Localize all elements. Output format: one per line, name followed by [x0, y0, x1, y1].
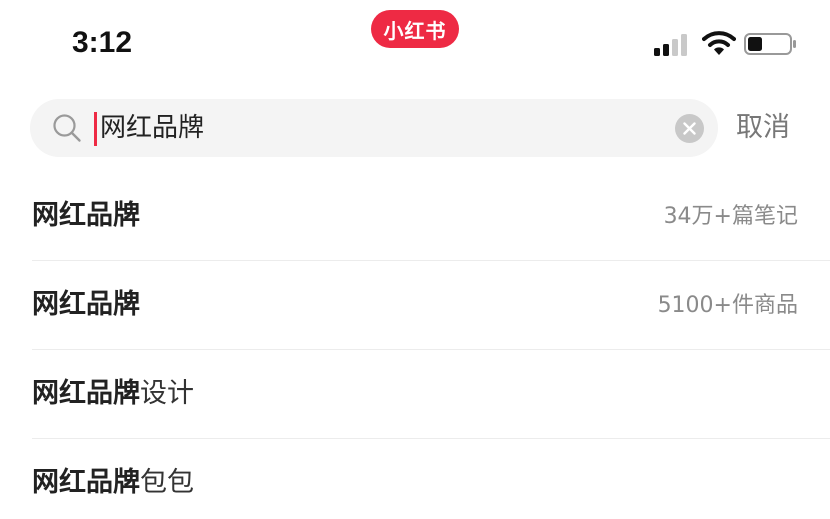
suggestion-item[interactable]: 网红品牌 34万+篇笔记 — [32, 172, 830, 261]
search-input[interactable] — [100, 99, 660, 157]
suggestion-count: 34万+篇笔记 — [663, 204, 798, 229]
suggestion-rest: 包包 — [140, 467, 194, 498]
suggestion-text: 网红品牌包包 — [32, 465, 194, 501]
suggestion-text: 网红品牌 — [32, 198, 140, 234]
app-badge: 小红书 — [371, 10, 459, 48]
search-icon — [53, 114, 81, 142]
search-bar[interactable] — [30, 99, 718, 157]
suggestion-match: 网红品牌 — [32, 289, 140, 320]
cancel-button[interactable]: 取消 — [736, 107, 790, 149]
suggestion-count: 5100+件商品 — [657, 293, 798, 318]
signal-icon — [654, 34, 687, 56]
battery-icon — [744, 33, 796, 55]
suggestion-rest: 设计 — [140, 378, 194, 409]
suggestion-text: 网红品牌 — [32, 287, 140, 323]
suggestion-text: 网红品牌设计 — [32, 376, 194, 412]
suggestion-list: 网红品牌 34万+篇笔记 网红品牌 5100+件商品 网红品牌设计 网红品牌包包 — [0, 172, 830, 519]
suggestion-item[interactable]: 网红品牌 5100+件商品 — [32, 261, 830, 350]
suggestion-match: 网红品牌 — [32, 467, 140, 498]
status-time: 3:12 — [72, 26, 133, 59]
clear-icon — [683, 122, 696, 135]
suggestion-match: 网红品牌 — [32, 378, 140, 409]
suggestion-item[interactable]: 网红品牌包包 — [32, 439, 830, 519]
clear-button[interactable] — [675, 114, 704, 143]
suggestion-match: 网红品牌 — [32, 200, 140, 231]
status-bar: 3:12 小红书 — [0, 0, 830, 90]
search-screen: 3:12 小红书 网红品牌 取消 网红品牌 34万+篇笔记 网红品牌 5100+… — [0, 0, 830, 519]
wifi-icon — [702, 31, 736, 55]
suggestion-item[interactable]: 网红品牌设计 — [32, 350, 830, 439]
text-caret — [94, 112, 97, 146]
